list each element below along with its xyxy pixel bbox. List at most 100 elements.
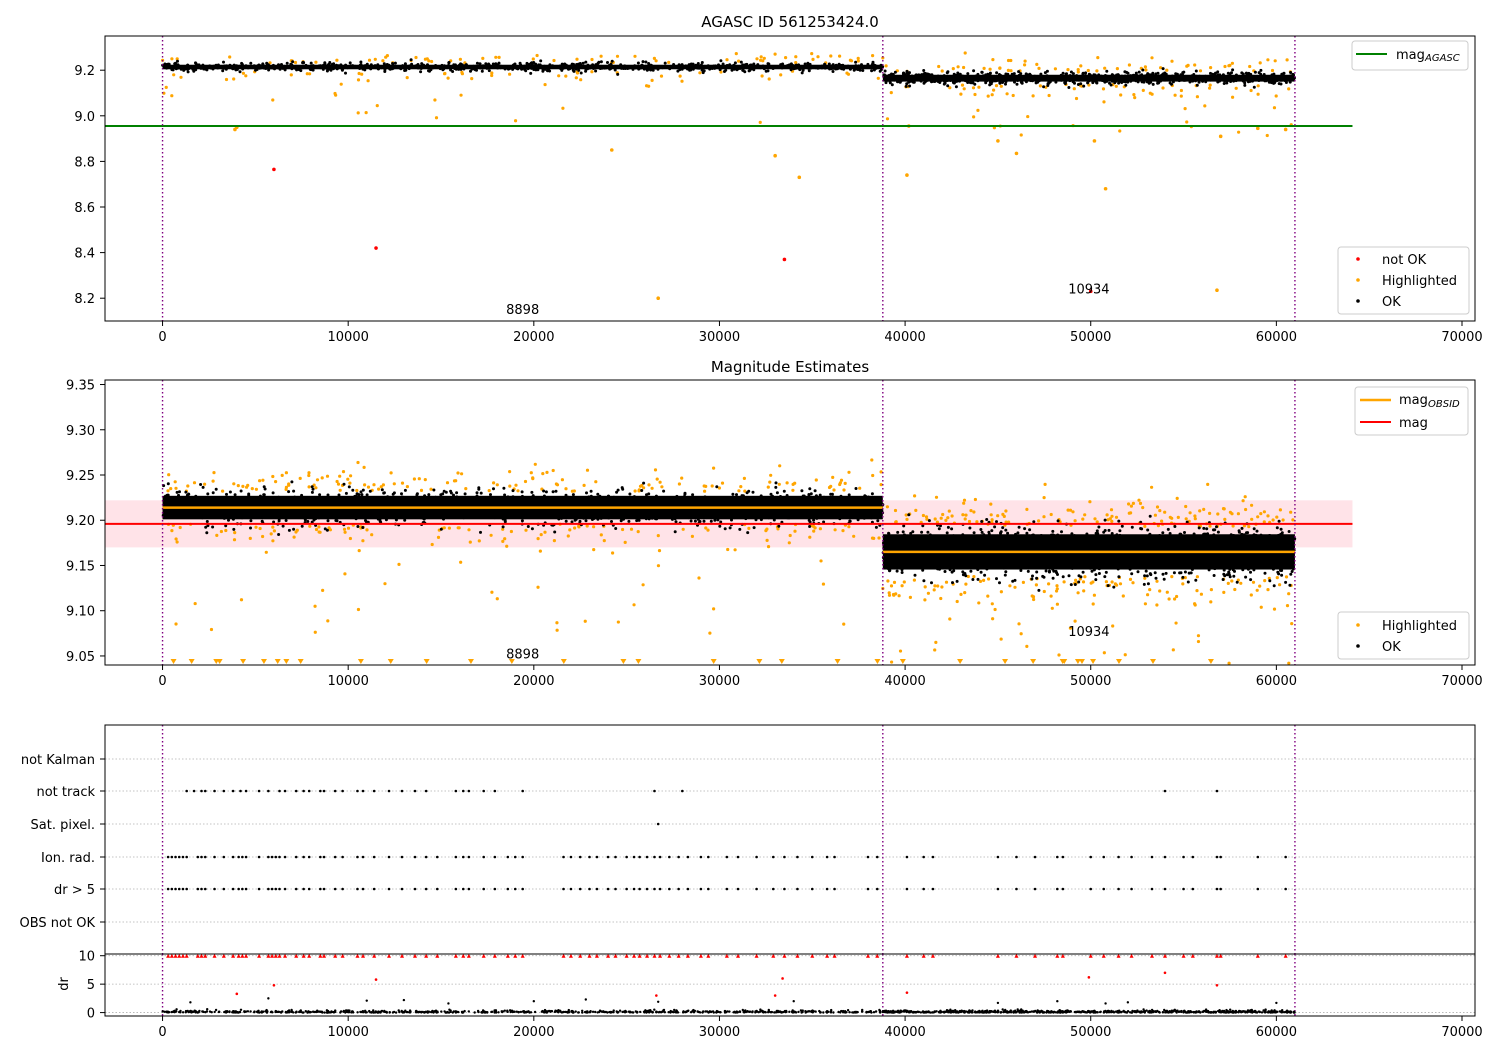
data-point-highlighted	[221, 489, 225, 493]
data-point-highlighted	[932, 588, 936, 592]
data-point-highlighted	[936, 584, 940, 588]
data-point-highlighted	[993, 607, 997, 612]
data-point-ok	[212, 496, 216, 500]
data-point-highlighted	[1186, 63, 1190, 67]
data-point-ok	[619, 508, 623, 512]
data-point-ok	[813, 495, 817, 499]
data-point-ok	[930, 581, 933, 585]
data-point-highlighted	[271, 98, 275, 102]
data-point-highlighted	[633, 54, 637, 58]
data-point-highlighted	[933, 517, 937, 521]
data-point-ok	[1094, 578, 1098, 582]
data-point-ok	[593, 500, 597, 503]
data-point-highlighted	[621, 527, 625, 532]
data-point-highlighted	[946, 516, 950, 520]
data-point-ok	[1262, 73, 1266, 76]
data-point-ok	[870, 69, 874, 73]
data-point-ok	[829, 515, 832, 519]
data-point-ok	[1118, 529, 1122, 533]
data-point-highlighted	[574, 76, 578, 80]
data-point-ok	[484, 501, 488, 505]
data-point-ok	[952, 72, 956, 76]
data-point-ok	[175, 502, 179, 506]
data-point-ok	[1174, 72, 1178, 76]
data-point-ok	[453, 510, 457, 514]
data-point-highlighted	[964, 582, 968, 586]
data-point-highlighted	[657, 549, 662, 553]
data-point-ok	[475, 491, 479, 495]
data-point-ok	[526, 67, 530, 71]
data-point-ok	[701, 71, 705, 75]
data-point-highlighted	[667, 60, 671, 64]
data-point-ok	[1241, 568, 1245, 572]
data-point-ok	[253, 513, 256, 516]
data-point-ok	[283, 511, 287, 515]
data-point-ok	[1259, 68, 1263, 72]
data-point-ok	[400, 492, 403, 496]
data-point-ok	[873, 64, 877, 67]
data-point-ok	[706, 64, 710, 68]
data-point-ok	[988, 73, 992, 77]
data-point-ok	[735, 493, 738, 497]
data-point-ok	[572, 62, 575, 66]
data-point-ok	[968, 526, 972, 530]
x-tick-label: 50000	[1070, 330, 1111, 345]
data-point-ok	[1108, 81, 1111, 85]
data-point-ok	[1226, 79, 1230, 82]
data-point-ok	[654, 494, 658, 498]
data-point-ok	[535, 510, 538, 514]
data-point-highlighted	[1208, 83, 1212, 87]
data-point-highlighted	[381, 59, 385, 63]
data-point-ok	[496, 502, 499, 506]
data-point-highlighted	[778, 464, 782, 468]
data-point-highlighted	[400, 481, 405, 485]
data-point-highlighted	[680, 79, 684, 83]
data-point-highlighted	[1150, 485, 1154, 489]
data-point-ok	[1168, 532, 1172, 535]
data-point-ok	[1232, 574, 1236, 578]
data-point-ok	[854, 60, 858, 64]
data-point-ok	[584, 60, 588, 64]
data-point-highlighted	[656, 534, 660, 538]
data-point-ok	[1156, 81, 1160, 85]
data-point-ok	[550, 509, 554, 513]
data-point-highlighted	[982, 66, 986, 70]
data-point-ok	[1206, 75, 1210, 79]
data-point-highlighted	[317, 525, 321, 529]
data-point-ok	[557, 517, 561, 521]
data-point-ok	[1171, 80, 1175, 84]
data-point-ok	[444, 490, 448, 494]
data-point-ok	[817, 514, 821, 518]
data-point-ok	[861, 65, 864, 69]
data-point-highlighted	[1272, 106, 1277, 110]
data-point-highlighted	[1241, 499, 1245, 503]
data-point-highlighted	[885, 505, 890, 509]
data-point-ok	[442, 67, 446, 71]
data-point-ok	[1215, 525, 1218, 529]
data-point-ok	[562, 496, 566, 500]
data-point-ok	[486, 64, 490, 67]
data-point-ok	[198, 65, 202, 69]
data-point-ok	[640, 489, 644, 492]
data-point-ok	[457, 510, 461, 514]
data-point-highlighted	[1004, 509, 1008, 513]
data-point-ok	[774, 485, 778, 489]
data-point-ok	[338, 500, 342, 504]
data-point-ok	[638, 66, 642, 70]
data-point-ok	[1174, 563, 1178, 567]
data-point-ok	[359, 60, 363, 64]
data-point-ok	[913, 573, 917, 577]
data-point-highlighted	[633, 489, 637, 493]
data-point-ok	[353, 64, 357, 68]
data-point-ok	[449, 489, 453, 493]
data-point-highlighted	[894, 520, 898, 524]
data-point-ok	[1232, 560, 1236, 564]
data-point-ok	[281, 66, 285, 70]
data-point-ok	[1052, 557, 1056, 561]
data-point-ok	[700, 499, 704, 503]
data-point-ok	[995, 71, 999, 75]
data-point-ok	[1221, 578, 1225, 581]
data-point-highlighted	[1074, 578, 1078, 582]
data-point-ok	[826, 511, 830, 515]
data-point-ok	[520, 490, 524, 494]
